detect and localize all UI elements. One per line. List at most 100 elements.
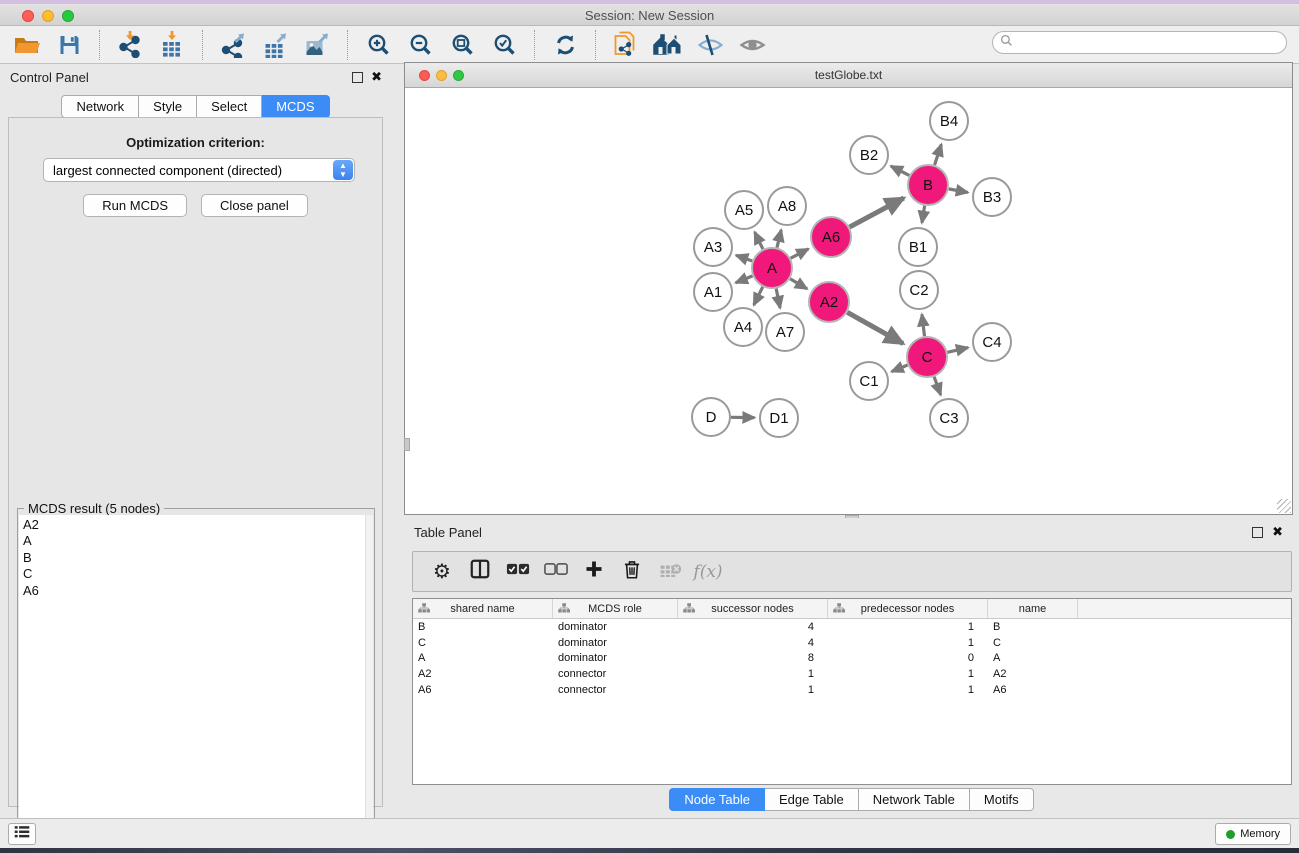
left-splitter-handle[interactable] xyxy=(404,438,410,451)
search-input[interactable] xyxy=(1018,36,1286,50)
export-network-button[interactable] xyxy=(212,29,254,61)
import-network-button[interactable] xyxy=(109,29,151,61)
network-window-titlebar[interactable]: testGlobe.txt xyxy=(405,63,1292,88)
edge-B-B4[interactable] xyxy=(935,144,942,165)
show-all-button[interactable] xyxy=(731,29,773,61)
zoom-in-button[interactable] xyxy=(357,29,399,61)
node-A6[interactable]: A6 xyxy=(811,217,851,257)
edge-A6-B[interactable] xyxy=(850,198,904,227)
edge-B-B2[interactable] xyxy=(891,166,909,175)
tab-node-table[interactable]: Node Table xyxy=(669,788,765,811)
delete-column-button[interactable] xyxy=(613,557,651,587)
edge-C-C4[interactable] xyxy=(947,348,968,353)
edge-C-C2[interactable] xyxy=(922,314,925,336)
edge-C-C1[interactable] xyxy=(892,365,908,372)
table-float-panel-icon[interactable] xyxy=(1252,527,1263,538)
node-C3[interactable]: C3 xyxy=(930,399,968,437)
node-B3[interactable]: B3 xyxy=(973,178,1011,216)
node-C4[interactable]: C4 xyxy=(973,323,1011,361)
column-header-shared-name[interactable]: shared name xyxy=(413,599,553,618)
export-image-button[interactable] xyxy=(296,29,338,61)
result-list-item[interactable]: A6 xyxy=(23,583,367,599)
node-A8[interactable]: A8 xyxy=(768,187,806,225)
node-A5[interactable]: A5 xyxy=(725,191,763,229)
node-A1[interactable]: A1 xyxy=(694,273,732,311)
table-close-panel-icon[interactable]: ✖ xyxy=(1272,524,1283,540)
refresh-layout-button[interactable] xyxy=(544,29,586,61)
add-column-button[interactable] xyxy=(575,557,613,587)
node-A7[interactable]: A7 xyxy=(766,313,804,351)
edge-A-A3[interactable] xyxy=(736,255,752,261)
tab-select[interactable]: Select xyxy=(197,95,262,118)
close-panel-button[interactable]: Close panel xyxy=(201,194,308,217)
tab-motifs[interactable]: Motifs xyxy=(970,788,1034,811)
optimization-criterion-dropdown[interactable]: largest connected component (directed) ▲… xyxy=(43,158,355,182)
network-canvas[interactable]: AA1A2A3A4A5A6A7A8BB1B2B3B4CC1C2C3C4DD1 xyxy=(405,88,1292,514)
tab-edge-table[interactable]: Edge Table xyxy=(765,788,859,811)
main-titlebar[interactable]: Session: New Session xyxy=(0,4,1299,26)
node-A4[interactable]: A4 xyxy=(724,308,762,346)
table-row[interactable]: A2connector11A2 xyxy=(413,666,1291,682)
zoom-fit-button[interactable] xyxy=(441,29,483,61)
edge-B-B3[interactable] xyxy=(949,189,968,193)
node-C1[interactable]: C1 xyxy=(850,362,888,400)
tab-network[interactable]: Network xyxy=(61,95,139,118)
edge-C-C3[interactable] xyxy=(934,377,941,395)
node-table[interactable]: shared nameMCDS rolesuccessor nodesprede… xyxy=(412,598,1292,785)
node-A[interactable]: A xyxy=(752,248,792,288)
network-from-file-button[interactable] xyxy=(605,29,647,61)
memory-button[interactable]: Memory xyxy=(1215,823,1291,845)
edge-A-A2[interactable] xyxy=(790,279,807,289)
settings-button[interactable]: ⚙ xyxy=(423,557,461,587)
column-header-MCDS-role[interactable]: MCDS role xyxy=(553,599,678,618)
search-field[interactable] xyxy=(992,31,1287,54)
edge-B-B1[interactable] xyxy=(922,206,925,223)
result-list-item[interactable]: A xyxy=(23,533,367,549)
node-B4[interactable]: B4 xyxy=(930,102,968,140)
export-table-button[interactable] xyxy=(254,29,296,61)
node-B1[interactable]: B1 xyxy=(899,228,937,266)
node-D1[interactable]: D1 xyxy=(760,399,798,437)
open-session-button[interactable] xyxy=(6,29,48,61)
table-row[interactable]: Adominator80A xyxy=(413,651,1291,667)
column-header-name[interactable]: name xyxy=(988,599,1078,618)
table-row[interactable]: Bdominator41B xyxy=(413,619,1291,635)
column-header-successor-nodes[interactable]: successor nodes xyxy=(678,599,828,618)
import-table-button[interactable] xyxy=(151,29,193,61)
deselect-all-button[interactable] xyxy=(537,557,575,587)
edge-A-A8[interactable] xyxy=(777,230,781,248)
result-list-item[interactable]: B xyxy=(23,550,367,566)
edge-A-A6[interactable] xyxy=(791,249,809,258)
node-B[interactable]: B xyxy=(908,165,948,205)
tab-mcds[interactable]: MCDS xyxy=(262,95,329,118)
tab-style[interactable]: Style xyxy=(139,95,197,118)
table-row[interactable]: Cdominator41C xyxy=(413,635,1291,651)
result-list-item[interactable]: A2 xyxy=(23,517,367,533)
result-list-item[interactable]: C xyxy=(23,566,367,582)
home-view-button[interactable] xyxy=(647,29,689,61)
network-graph[interactable]: AA1A2A3A4A5A6A7A8BB1B2B3B4CC1C2C3C4DD1 xyxy=(405,88,1292,514)
result-scrollbar[interactable] xyxy=(365,515,373,843)
window-resize-grip[interactable] xyxy=(1277,499,1291,513)
tab-network-table[interactable]: Network Table xyxy=(859,788,970,811)
run-mcds-button[interactable]: Run MCDS xyxy=(83,194,187,217)
edge-A-A4[interactable] xyxy=(754,287,763,305)
split-columns-button[interactable] xyxy=(461,557,499,587)
hide-selected-button[interactable] xyxy=(689,29,731,61)
task-history-button[interactable] xyxy=(8,823,36,845)
node-D[interactable]: D xyxy=(692,398,730,436)
float-panel-icon[interactable] xyxy=(352,72,363,83)
edge-A2-C[interactable] xyxy=(847,312,903,343)
close-panel-icon[interactable]: ✖ xyxy=(371,69,382,85)
column-header-predecessor-nodes[interactable]: predecessor nodes xyxy=(828,599,988,618)
select-all-button[interactable] xyxy=(499,557,537,587)
node-C2[interactable]: C2 xyxy=(900,271,938,309)
zoom-selected-button[interactable] xyxy=(483,29,525,61)
mcds-result-list[interactable]: A2ABCA6 xyxy=(19,515,367,843)
edge-A-A7[interactable] xyxy=(776,289,780,308)
edge-A-A5[interactable] xyxy=(755,232,763,249)
node-A3[interactable]: A3 xyxy=(694,228,732,266)
node-C[interactable]: C xyxy=(907,337,947,377)
edge-A-A1[interactable] xyxy=(736,276,753,283)
node-B2[interactable]: B2 xyxy=(850,136,888,174)
